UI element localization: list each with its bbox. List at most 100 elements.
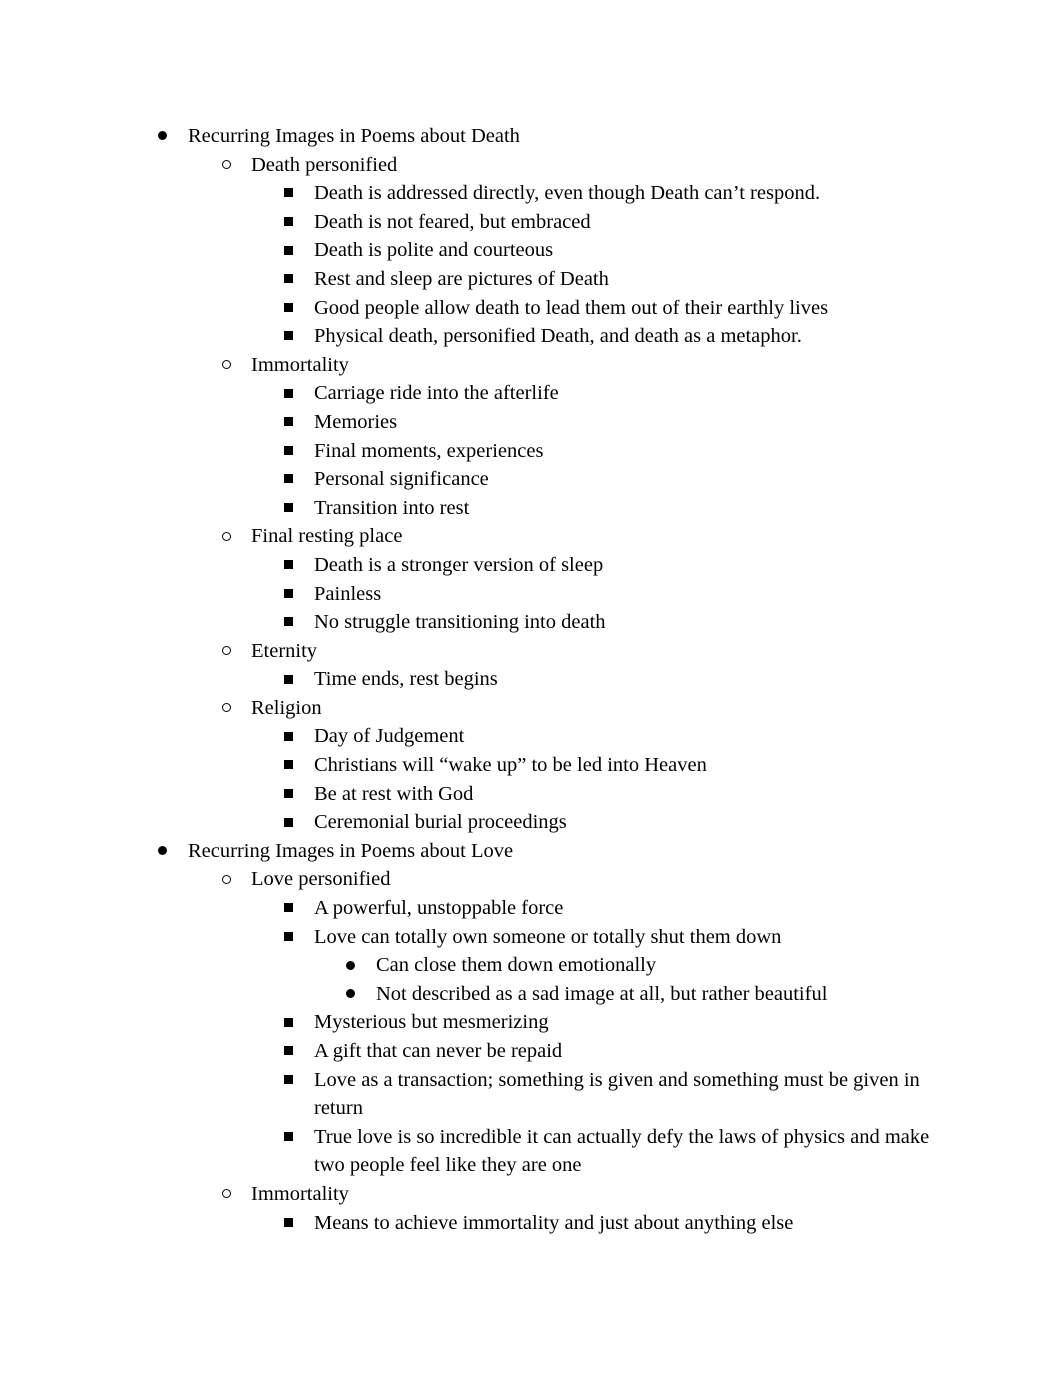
bullet-glyph — [283, 217, 293, 227]
outline-item-level-3: No struggle transitioning into death — [0, 608, 1062, 637]
bullet-glyph — [283, 588, 293, 598]
square-bullet-icon — [281, 580, 295, 609]
bullet-glyph — [283, 560, 293, 570]
bullet-glyph — [221, 874, 231, 884]
outline-item-text: Can close them down emotionally — [376, 954, 657, 977]
outline-item-text: Death is not feared, but embraced — [314, 210, 591, 233]
outline-item-level-1: Recurring Images in Poems about Love — [0, 837, 1062, 866]
outline-item-level-2: Love personified — [0, 865, 1062, 894]
bullet-glyph — [221, 159, 231, 169]
filled-circle-bullet-icon — [155, 122, 169, 151]
outline-item-level-3: Good people allow death to lead them out… — [0, 294, 1062, 323]
bullet-glyph — [283, 1046, 293, 1056]
square-bullet-icon — [281, 265, 295, 294]
outline-item-level-3: Death is a stronger version of sleep — [0, 551, 1062, 580]
outline-item-text: Ceremonial burial proceedings — [314, 811, 567, 834]
outline-item-level-3: Mysterious but mesmerizing — [0, 1008, 1062, 1037]
outline-item-text: Immortality — [251, 353, 349, 376]
outline-item-level-3: Means to achieve immortality and just ab… — [0, 1209, 1062, 1238]
bullet-glyph — [283, 474, 293, 484]
outline-item-text: Not described as a sad image at all, but… — [376, 982, 828, 1005]
bullet-glyph — [283, 674, 293, 684]
outline-item-level-2: Eternity — [0, 637, 1062, 666]
outline-item-level-3: Personal significance — [0, 465, 1062, 494]
square-bullet-icon — [281, 494, 295, 523]
outline-item-text: Mysterious but mesmerizing — [314, 1011, 549, 1034]
hollow-circle-bullet-icon — [219, 637, 233, 666]
outline-item-text: Rest and sleep are pictures of Death — [314, 267, 609, 290]
outline-item-level-4: Not described as a sad image at all, but… — [0, 980, 1062, 1009]
square-bullet-icon — [281, 551, 295, 580]
outline-item-level-1: Recurring Images in Poems about Death — [0, 122, 1062, 151]
square-bullet-icon — [281, 751, 295, 780]
bullet-glyph — [345, 989, 355, 999]
bullet-glyph — [283, 388, 293, 398]
outline-item-text: Christians will “wake up” to be led into… — [314, 754, 707, 777]
bullet-glyph — [283, 1217, 293, 1227]
outline-item-text: Death is polite and courteous — [314, 239, 554, 262]
bullet-glyph — [283, 731, 293, 741]
square-bullet-icon — [281, 236, 295, 265]
bullet-glyph — [221, 703, 231, 713]
bullet-glyph — [283, 760, 293, 770]
outline-item-level-3: Memories — [0, 408, 1062, 437]
square-bullet-icon — [281, 722, 295, 751]
outline-item-text: Love personified — [251, 868, 391, 891]
bullet-glyph — [283, 1017, 293, 1027]
square-bullet-icon — [281, 208, 295, 237]
square-bullet-icon — [281, 379, 295, 408]
outline-item-level-3: Rest and sleep are pictures of Death — [0, 265, 1062, 294]
bullet-glyph — [283, 1132, 293, 1142]
outline-item-level-2: Immortality — [0, 351, 1062, 380]
outline-item-text: Good people allow death to lead them out… — [314, 296, 829, 319]
outline-item-text: Eternity — [251, 639, 318, 662]
bullet-glyph — [157, 131, 167, 141]
square-bullet-icon — [281, 1209, 295, 1238]
square-bullet-icon — [281, 408, 295, 437]
outline-item-level-4: Can close them down emotionally — [0, 951, 1062, 980]
bullet-glyph — [283, 245, 293, 255]
square-bullet-icon — [281, 1037, 295, 1066]
outline-item-level-3: A gift that can never be repaid — [0, 1037, 1062, 1066]
outline-item-text: Death is a stronger version of sleep — [314, 553, 604, 576]
bullet-glyph — [221, 531, 231, 541]
outline-item-level-3: Death is polite and courteous — [0, 236, 1062, 265]
outline-item-text: Religion — [251, 696, 322, 719]
outline-item-level-3: Love can totally own someone or totally … — [0, 923, 1062, 952]
outline-item-level-3: Painless — [0, 580, 1062, 609]
bullet-glyph — [283, 274, 293, 284]
bullet-glyph — [221, 645, 231, 655]
outline-item-text: Be at rest with God — [314, 782, 474, 805]
outline-item-text: Love can totally own someone or totally … — [314, 925, 782, 948]
outline-item-text: No struggle transitioning into death — [314, 611, 606, 634]
outline-item-text: Carriage ride into the afterlife — [314, 382, 559, 405]
hollow-circle-bullet-icon — [219, 694, 233, 723]
outline-item-text: Death is addressed directly, even though… — [314, 182, 821, 205]
bullet-glyph — [283, 788, 293, 798]
hollow-circle-bullet-icon — [219, 865, 233, 894]
outline-item-level-2: Immortality — [0, 1180, 1062, 1209]
outline-item-level-3: True love is so incredible it can actual… — [0, 1123, 1062, 1180]
outline-item-level-3: Final moments, experiences — [0, 437, 1062, 466]
square-bullet-icon — [281, 1008, 295, 1037]
square-bullet-icon — [281, 608, 295, 637]
square-bullet-icon — [281, 808, 295, 837]
hollow-circle-bullet-icon — [219, 522, 233, 551]
outline-item-level-3: Ceremonial burial proceedings — [0, 808, 1062, 837]
outline-item-text: Memories — [314, 410, 398, 433]
square-bullet-icon — [281, 465, 295, 494]
outline-item-text: Love as a transaction; something is give… — [314, 1068, 920, 1120]
square-bullet-icon — [281, 923, 295, 952]
outline-item-text: Final resting place — [251, 525, 403, 548]
outline-item-level-2: Final resting place — [0, 522, 1062, 551]
outline-item-text: True love is so incredible it can actual… — [314, 1125, 930, 1177]
filled-circle-bullet-icon — [343, 980, 357, 1009]
square-bullet-icon — [281, 894, 295, 923]
bullet-glyph — [283, 188, 293, 198]
outline-item-level-3: Carriage ride into the afterlife — [0, 379, 1062, 408]
outline-item-level-3: Time ends, rest begins — [0, 665, 1062, 694]
outline-item-level-3: A powerful, unstoppable force — [0, 894, 1062, 923]
bullet-glyph — [283, 617, 293, 627]
outline-item-text: Final moments, experiences — [314, 439, 544, 462]
square-bullet-icon — [281, 322, 295, 351]
